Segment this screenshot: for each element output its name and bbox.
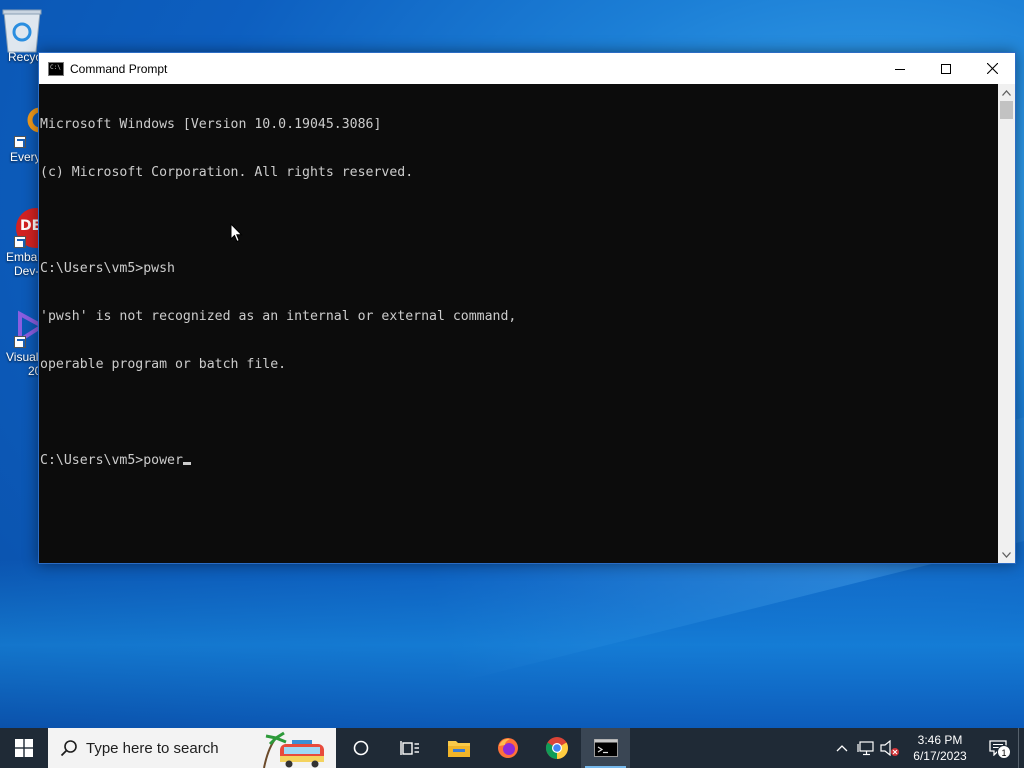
window-controls bbox=[877, 53, 1015, 84]
command-prompt-taskbar-button[interactable] bbox=[581, 728, 630, 768]
console-line: 'pwsh' is not recognized as an internal … bbox=[40, 309, 517, 324]
mouse-pointer-icon bbox=[230, 223, 243, 243]
title-bar[interactable]: Command Prompt bbox=[39, 53, 1015, 84]
windows-logo-icon bbox=[15, 739, 33, 757]
console-line: C:\Users\vm5>pwsh bbox=[40, 261, 175, 276]
cortana-button[interactable] bbox=[336, 728, 385, 768]
shortcut-arrow-icon bbox=[14, 236, 26, 248]
chrome-button[interactable] bbox=[532, 728, 581, 768]
shortcut-arrow-icon bbox=[14, 136, 26, 148]
search-icon bbox=[60, 740, 77, 757]
search-highlight-illustration-icon bbox=[256, 728, 336, 768]
task-view-icon bbox=[399, 741, 419, 755]
maximize-icon bbox=[941, 63, 951, 74]
chevron-down-icon bbox=[1002, 551, 1011, 558]
show-desktop-button[interactable] bbox=[1018, 728, 1024, 768]
maximize-button[interactable] bbox=[923, 53, 969, 84]
firefox-button[interactable] bbox=[483, 728, 532, 768]
taskbar-search-box[interactable]: Type here to search bbox=[48, 728, 336, 768]
clock-time: 3:46 PM bbox=[917, 733, 963, 747]
volume-button[interactable] bbox=[878, 728, 902, 768]
chrome-icon bbox=[545, 737, 568, 759]
vertical-scrollbar[interactable] bbox=[998, 84, 1015, 563]
wallpaper-beam bbox=[0, 560, 1024, 730]
taskbar-clock[interactable]: 3:46 PM 6/17/2023 bbox=[902, 732, 978, 764]
minimize-button[interactable] bbox=[877, 53, 923, 84]
cmd-icon bbox=[593, 739, 618, 757]
minimize-icon bbox=[895, 68, 905, 70]
search-placeholder: Type here to search bbox=[86, 739, 219, 757]
scroll-down-button[interactable] bbox=[998, 546, 1015, 563]
start-button[interactable] bbox=[0, 728, 48, 768]
desktop-icon-everything[interactable]: Every bbox=[2, 106, 42, 164]
chevron-up-icon bbox=[1002, 89, 1011, 96]
close-button[interactable] bbox=[969, 53, 1015, 84]
firefox-icon bbox=[497, 738, 518, 758]
text-cursor bbox=[182, 462, 191, 465]
console-line: (c) Microsoft Corporation. All rights re… bbox=[40, 165, 414, 180]
window-title: Command Prompt bbox=[70, 61, 168, 76]
shortcut-arrow-icon bbox=[14, 336, 26, 348]
network-button[interactable] bbox=[854, 728, 878, 768]
folder-icon bbox=[447, 741, 470, 757]
cortana-circle-icon bbox=[353, 740, 368, 756]
desktop-icon-label: Visual bbox=[6, 350, 39, 364]
console-input-text: C:\Users\vm5>power bbox=[40, 453, 183, 468]
file-explorer-button[interactable] bbox=[434, 728, 483, 768]
console-line: Microsoft Windows [Version 10.0.19045.30… bbox=[40, 117, 382, 132]
action-center-button[interactable]: 1 bbox=[978, 728, 1018, 768]
close-icon bbox=[986, 63, 998, 74]
scroll-up-button[interactable] bbox=[998, 84, 1015, 101]
taskbar: Type here to search 3:46 PM 6/17/2023 1 bbox=[0, 728, 1024, 768]
clock-date: 6/17/2023 bbox=[913, 749, 967, 763]
recycle-bin-icon bbox=[2, 6, 42, 53]
desktop-icon-embarcadero[interactable]: DE Embar Dev- bbox=[2, 206, 42, 278]
task-view-button[interactable] bbox=[385, 728, 434, 768]
system-tray: 3:46 PM 6/17/2023 1 bbox=[830, 728, 1024, 768]
desktop-icon-label: Embar bbox=[6, 250, 42, 264]
console-line: operable program or batch file. bbox=[40, 357, 287, 372]
desktop-icon-visual-studio[interactable]: Visual 20 bbox=[2, 306, 42, 378]
notification-count-badge: 1 bbox=[997, 745, 1011, 759]
chevron-up-icon bbox=[836, 745, 848, 752]
everything-search-icon bbox=[2, 106, 42, 150]
console-output[interactable]: Microsoft Windows [Version 10.0.19045.30… bbox=[39, 84, 999, 563]
embarcadero-dev-cpp-icon: DE bbox=[2, 206, 42, 250]
scrollbar-thumb[interactable] bbox=[1000, 101, 1013, 119]
command-prompt-window[interactable]: Command Prompt Microsoft Windows [Versio… bbox=[38, 52, 1016, 564]
visual-studio-icon bbox=[2, 306, 42, 350]
desktop-icon-recycle-bin[interactable]: Recyc bbox=[2, 6, 42, 64]
cmd-icon[interactable] bbox=[48, 61, 64, 76]
volume-muted-icon bbox=[880, 740, 899, 756]
console-prompt-line[interactable]: C:\Users\vm5>power bbox=[40, 453, 999, 469]
show-hidden-icons-button[interactable] bbox=[830, 728, 854, 768]
network-disconnected-icon bbox=[857, 741, 874, 756]
